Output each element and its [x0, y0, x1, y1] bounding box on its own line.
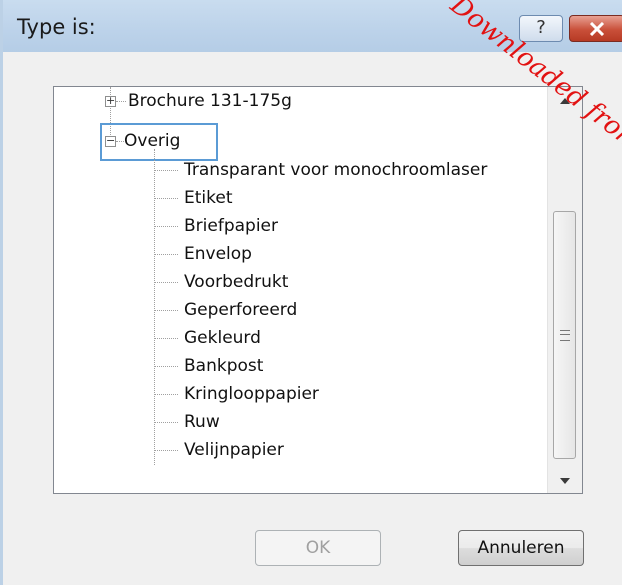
tree-item[interactable]: Etiket — [184, 184, 233, 212]
tree-item[interactable]: Gekleurd — [184, 324, 261, 352]
tree-connector — [154, 394, 178, 395]
expand-icon[interactable]: + — [105, 95, 116, 107]
tree-item[interactable]: Voorbedrukt — [184, 268, 288, 296]
collapse-icon[interactable]: − — [105, 135, 116, 147]
dialog-window: Type is: ? + Brochure 131-175g − Overig — [0, 0, 622, 585]
ok-button[interactable]: OK — [255, 530, 381, 566]
vertical-scrollbar[interactable] — [547, 87, 582, 493]
chevron-up-icon — [560, 98, 570, 104]
tree-item[interactable]: Envelop — [184, 240, 252, 268]
tree-item[interactable]: Transparant voor monochroomlaser — [184, 156, 487, 184]
help-button[interactable]: ? — [519, 15, 563, 42]
tree-connector — [154, 149, 155, 465]
tree-item[interactable]: Kringlooppapier — [184, 380, 319, 408]
tree-connector — [154, 226, 178, 227]
grip-icon — [560, 330, 570, 341]
close-icon — [589, 21, 605, 37]
tree-node-label: Overig — [124, 131, 181, 151]
tree-connector — [154, 282, 178, 283]
tree-connector — [154, 198, 178, 199]
tree-item[interactable]: Ruw — [184, 408, 220, 436]
scroll-down-button[interactable] — [548, 467, 582, 493]
scrollbar-thumb[interactable] — [553, 211, 576, 459]
chevron-down-icon — [560, 478, 570, 484]
cancel-button[interactable]: Annuleren — [458, 530, 584, 566]
tree-connector — [154, 338, 178, 339]
close-button[interactable] — [569, 15, 622, 42]
scroll-up-button[interactable] — [548, 87, 582, 113]
paper-type-tree[interactable]: + Brochure 131-175g − Overig Transparant… — [53, 86, 583, 494]
tree-connector — [154, 310, 178, 311]
tree-connector — [154, 254, 178, 255]
tree-connector — [154, 422, 178, 423]
tree-item[interactable]: Briefpapier — [184, 212, 278, 240]
title-bar[interactable]: Type is: ? — [3, 0, 622, 52]
dialog-title: Type is: — [17, 15, 96, 39]
tree-node-brochure[interactable]: Brochure 131-175g — [128, 88, 292, 114]
tree-node-overig[interactable]: Overig — [124, 128, 180, 154]
tree-connector — [154, 366, 178, 367]
tree-item[interactable]: Bankpost — [184, 352, 263, 380]
tree-connector — [154, 170, 178, 171]
tree-node-label: Brochure 131-175g — [128, 91, 292, 111]
tree-item[interactable]: Geperforeerd — [184, 296, 297, 324]
tree-connector — [116, 101, 126, 102]
tree-view: + Brochure 131-175g − Overig Transparant… — [54, 87, 549, 493]
tree-item[interactable]: Velijnpapier — [184, 436, 284, 464]
tree-connector — [154, 450, 178, 451]
